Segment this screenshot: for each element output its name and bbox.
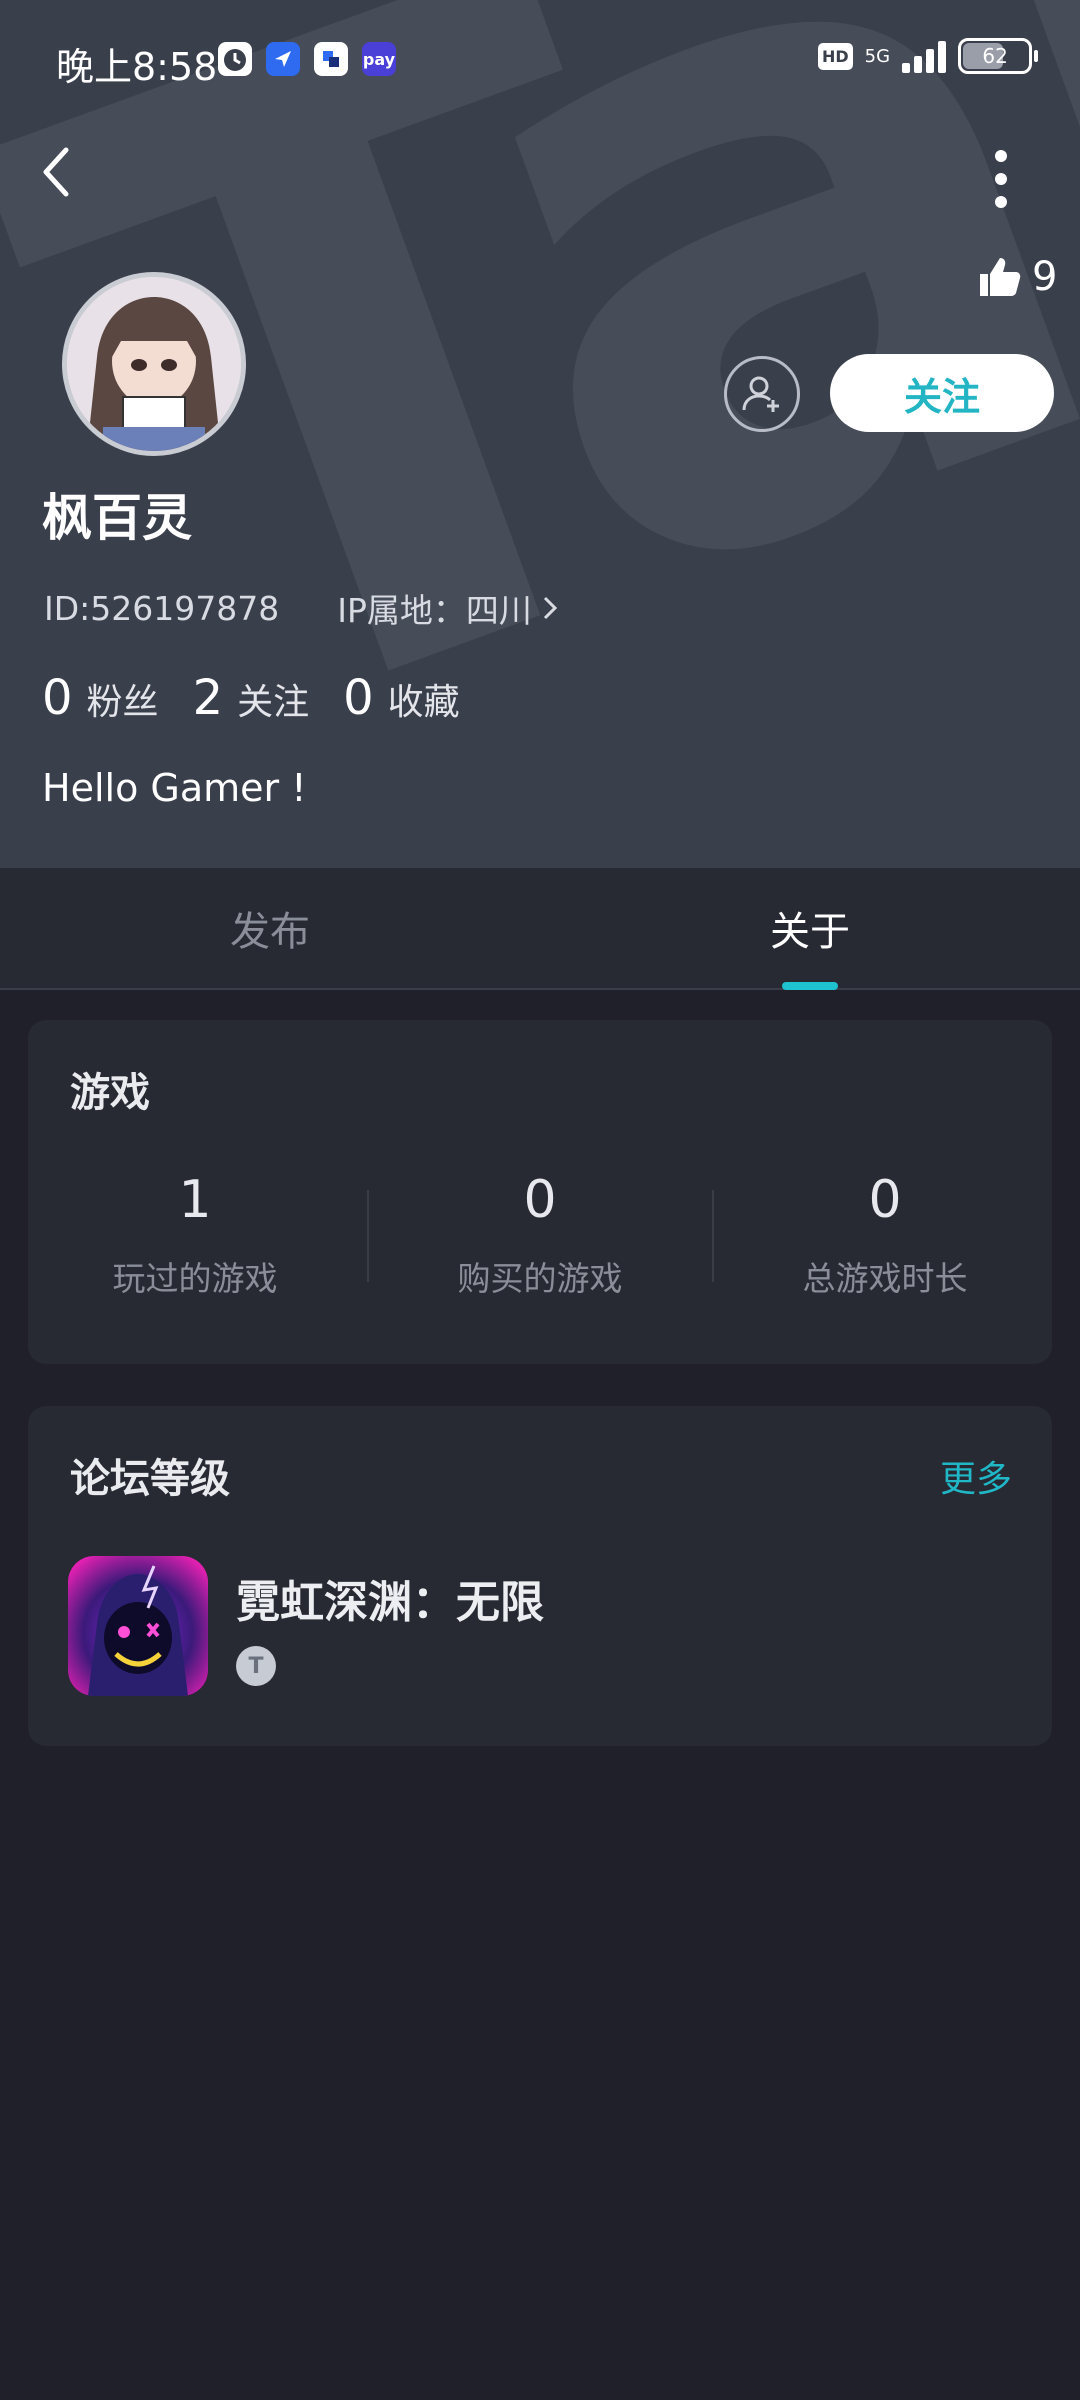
stat-following[interactable]: 2 关注 <box>193 670 310 726</box>
games-card-title: 游戏 <box>70 1070 150 1116</box>
divider <box>712 1190 714 1282</box>
forum-level-card: 论坛等级 更多 霓虹深渊：无限 T <box>28 1406 1052 1746</box>
likes-count: 9 <box>1032 254 1058 300</box>
more-options-button[interactable] <box>995 150 1007 208</box>
purchased-games-stat[interactable]: 0 购买的游戏 <box>390 1170 690 1300</box>
alarm-icon <box>218 42 252 76</box>
tab-bar: 发布 关于 <box>0 868 1080 990</box>
tab-about[interactable]: 关于 <box>540 868 1080 988</box>
app-notification-icon <box>266 42 300 76</box>
level-badge-icon: T <box>236 1646 276 1686</box>
add-friend-button[interactable] <box>724 356 800 432</box>
pay-app-icon: pay <box>362 42 396 76</box>
more-link[interactable]: 更多 <box>940 1450 1012 1502</box>
app-notification-icon-2 <box>314 42 348 76</box>
ip-location-link[interactable]: IP属地：四川 <box>337 584 558 632</box>
avatar[interactable] <box>62 272 246 456</box>
forum-level-title: 论坛等级 <box>70 1456 230 1502</box>
battery-level: 62 <box>982 44 1008 68</box>
ip-location: IP属地：四川 <box>337 591 532 630</box>
played-games-stat[interactable]: 1 玩过的游戏 <box>45 1170 345 1300</box>
game-name[interactable]: 霓虹深渊：无限 <box>236 1566 544 1630</box>
divider <box>367 1190 369 1282</box>
signal-icon <box>902 39 947 73</box>
chevron-left-icon <box>43 147 69 197</box>
status-time: 晚上8:58 <box>56 45 218 89</box>
battery-icon: 62 <box>958 38 1039 74</box>
game-icon[interactable] <box>68 1556 208 1696</box>
network-type: 5G <box>864 45 891 67</box>
profile-stats: 0 粉丝 2 关注 0 收藏 <box>42 670 460 726</box>
back-button[interactable] <box>40 146 74 202</box>
profile-name: 枫百灵 <box>42 489 192 547</box>
active-tab-indicator <box>782 982 838 990</box>
stat-fans[interactable]: 0 粉丝 <box>42 670 159 726</box>
games-card: 游戏 1 玩过的游戏 0 购买的游戏 0 总游戏时长 <box>28 1020 1052 1364</box>
hd-icon: HD <box>818 42 853 70</box>
likes-counter[interactable]: 9 <box>976 254 1057 300</box>
tab-posts[interactable]: 发布 <box>0 868 540 988</box>
follow-button[interactable]: 关注 <box>830 354 1054 432</box>
chevron-right-icon <box>543 596 557 620</box>
stat-favorites[interactable]: 0 收藏 <box>343 670 460 726</box>
total-playtime-stat[interactable]: 0 总游戏时长 <box>735 1170 1035 1300</box>
status-system-icons: HD 5G 62 <box>818 38 1039 74</box>
profile-bio: Hello Gamer ! <box>42 766 307 810</box>
thumbs-up-icon <box>980 258 1021 296</box>
user-id: ID:526197878 <box>44 588 280 628</box>
status-notification-icons: pay <box>218 42 396 76</box>
profile-header: Tap 晚上8:58 pay HD 5G 62 9 关注 枫百灵 ID:5261… <box>0 0 1080 868</box>
add-user-icon <box>742 376 779 412</box>
profile-meta: ID:526197878 IP属地：四川 <box>44 584 558 632</box>
